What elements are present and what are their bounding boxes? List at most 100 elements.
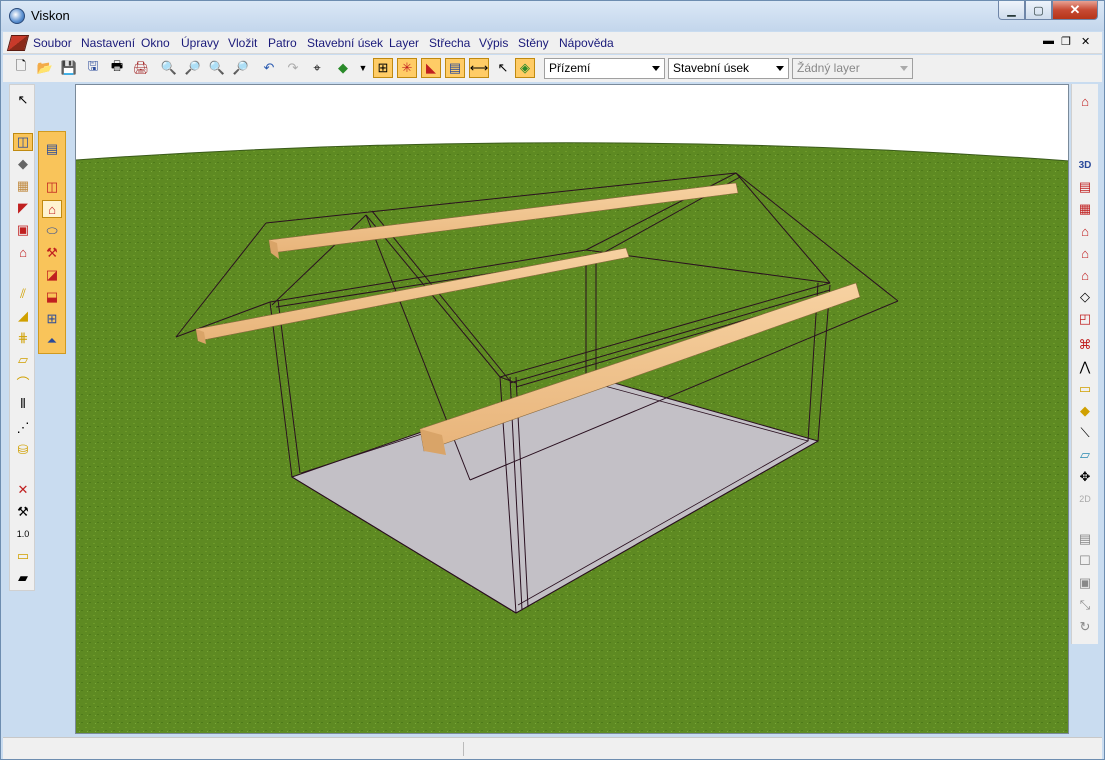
line-icon[interactable]: ⫽ bbox=[13, 285, 33, 303]
minimize-button[interactable]: ▁ bbox=[998, 1, 1025, 20]
menu-napoveda[interactable]: Nápověda bbox=[559, 36, 614, 50]
wall-icon[interactable]: ◫ bbox=[13, 133, 33, 151]
beam-icon[interactable]: ⬓ bbox=[42, 288, 62, 306]
mdi-restore-button[interactable]: ❐ bbox=[1061, 35, 1071, 48]
panel-icon[interactable]: ▱ bbox=[1075, 446, 1095, 464]
app-logo-icon[interactable] bbox=[9, 8, 25, 24]
zoom-in-icon[interactable]: 🔍 bbox=[159, 58, 179, 78]
window-icon[interactable]: ▦ bbox=[13, 177, 33, 195]
shrink-icon[interactable]: ⤡ bbox=[1075, 596, 1095, 614]
eraser-icon[interactable]: ◇ bbox=[1075, 288, 1095, 306]
furniture-icon[interactable]: ⛁ bbox=[13, 441, 33, 459]
print-icon[interactable]: 🖶 bbox=[107, 58, 127, 78]
refresh-icon[interactable]: ↻ bbox=[1075, 618, 1095, 636]
menu-nastaveni[interactable]: Nastavení bbox=[81, 36, 135, 50]
zoom-all-icon[interactable]: 🔎 bbox=[231, 58, 251, 78]
measure-icon[interactable]: 1.0 bbox=[13, 525, 33, 543]
railing-icon[interactable]: ⋕ bbox=[13, 329, 33, 347]
grid-snap-icon[interactable]: ⊞ bbox=[373, 58, 393, 78]
mdi-minimize-button[interactable]: ▬ bbox=[1043, 35, 1054, 47]
ruler-icon[interactable]: ▭ bbox=[13, 547, 33, 565]
3d-viewport[interactable] bbox=[75, 84, 1069, 734]
stairs-icon[interactable]: ◪ bbox=[42, 266, 62, 284]
document-icon[interactable] bbox=[6, 35, 30, 51]
house-view-icon[interactable]: ⌂ bbox=[1075, 92, 1095, 110]
wall-view-icon[interactable]: ▤ bbox=[1075, 178, 1095, 196]
mdi-close-button[interactable]: ✕ bbox=[1081, 35, 1090, 48]
grid-icon[interactable]: ⊞ bbox=[42, 310, 62, 328]
menu-patro[interactable]: Patro bbox=[268, 36, 297, 50]
window-single-icon[interactable]: ☐ bbox=[1075, 552, 1095, 570]
menu-soubor[interactable]: Soubor bbox=[33, 36, 72, 50]
beam-icon[interactable]: ▱ bbox=[13, 351, 33, 369]
menu-stavebni-usek[interactable]: Stavební úsek bbox=[307, 36, 383, 50]
diagonal-icon[interactable]: ⟍ bbox=[1075, 424, 1095, 442]
frame-icon[interactable]: ◫ bbox=[42, 178, 62, 196]
3d-scene[interactable] bbox=[76, 85, 1069, 734]
hatch-icon[interactable]: ▤ bbox=[445, 58, 465, 78]
roof-icon[interactable]: ⏶ bbox=[42, 332, 62, 350]
undo-icon[interactable]: ↶ bbox=[259, 58, 279, 78]
tools-icon[interactable]: ⚒ bbox=[13, 503, 33, 521]
house-icon[interactable]: ⌂ bbox=[13, 243, 33, 261]
pan-icon[interactable]: ⌖ bbox=[307, 58, 327, 78]
rafters-icon[interactable]: ⦀ bbox=[13, 395, 33, 413]
menu-vlozit[interactable]: Vložit bbox=[228, 36, 257, 50]
new-file-icon[interactable]: 🗋 bbox=[11, 58, 31, 78]
print-preview-icon[interactable]: 🖨 bbox=[131, 58, 151, 78]
save-icon[interactable]: 💾 bbox=[59, 58, 79, 78]
menu-steny[interactable]: Stěny bbox=[518, 36, 549, 50]
window-minimize-icon[interactable]: ▣ bbox=[1075, 574, 1095, 592]
diamond-icon[interactable]: ◆ bbox=[1075, 402, 1095, 420]
menu-upravy[interactable]: Úpravy bbox=[181, 36, 219, 50]
redo-icon[interactable]: ↷ bbox=[283, 58, 303, 78]
menu-vypis[interactable]: Výpis bbox=[479, 36, 508, 50]
open-folder-icon[interactable]: 📂 bbox=[35, 58, 55, 78]
zoom-out-icon[interactable]: 🔎 bbox=[183, 58, 203, 78]
roof-icon[interactable]: ◤ bbox=[13, 199, 33, 217]
layer-select[interactable]: Žádný layer bbox=[792, 58, 913, 79]
house-icon[interactable]: ⌂ bbox=[42, 200, 62, 218]
move-icon[interactable]: ✥ bbox=[1075, 468, 1095, 486]
save-all-icon[interactable]: 🖫 bbox=[83, 58, 103, 78]
stack-icon[interactable]: ▤ bbox=[1075, 530, 1095, 548]
wall-icon[interactable]: ▤ bbox=[42, 140, 62, 158]
3d-icon[interactable]: 3D bbox=[1075, 156, 1095, 174]
roof-icon[interactable]: ◣ bbox=[421, 58, 441, 78]
chevron-down-icon[interactable]: ▼ bbox=[353, 58, 373, 78]
3d-cube-icon[interactable]: ◆ bbox=[333, 58, 353, 78]
slab-icon[interactable]: ◆ bbox=[13, 155, 33, 173]
close-button[interactable]: ✕ bbox=[1052, 1, 1098, 20]
menu-okno[interactable]: Okno bbox=[141, 36, 170, 50]
home-icon[interactable]: ⌂ bbox=[1075, 266, 1095, 284]
pointer-icon[interactable]: ↖ bbox=[493, 58, 513, 78]
arc-icon[interactable]: ⌒ bbox=[13, 373, 33, 391]
2d-icon[interactable]: 2D bbox=[1075, 490, 1095, 508]
title-bar[interactable]: Viskon ▁ ▢ ✕ bbox=[1, 1, 1104, 31]
rectangle-icon[interactable]: ▭ bbox=[1075, 380, 1095, 398]
tools-icon[interactable]: ⚒ bbox=[42, 244, 62, 262]
dotted-line-icon[interactable]: ⋰ bbox=[13, 419, 33, 437]
section-select[interactable]: Stavební úsek bbox=[668, 58, 789, 79]
roof-view-icon[interactable]: ⌂ bbox=[1075, 222, 1095, 240]
column-icon[interactable]: ▣ bbox=[13, 221, 33, 239]
zoom-window-icon[interactable]: 🔍 bbox=[207, 58, 227, 78]
window-icon[interactable]: ⬭ bbox=[42, 222, 62, 240]
dimension-icon[interactable]: ⟷ bbox=[469, 58, 489, 78]
menu-strecha[interactable]: Střecha bbox=[429, 36, 470, 50]
snap-point-icon[interactable]: ✳ bbox=[397, 58, 417, 78]
beam-profile-icon[interactable]: ▰ bbox=[13, 569, 33, 587]
pointer-icon[interactable]: ↖ bbox=[13, 91, 33, 109]
menu-layer[interactable]: Layer bbox=[389, 36, 419, 50]
stairs-icon[interactable]: ◢ bbox=[13, 307, 33, 325]
building-icon[interactable]: ▦ bbox=[1075, 200, 1095, 218]
floor-select[interactable]: Přízemí bbox=[544, 58, 665, 79]
delete-icon[interactable]: ✕ bbox=[13, 481, 33, 499]
frame-icon[interactable]: ◰ bbox=[1075, 310, 1095, 328]
window-title: Viskon bbox=[31, 8, 70, 23]
node-icon[interactable]: ⋀ bbox=[1075, 358, 1095, 376]
cat-icon[interactable]: ⌘ bbox=[1075, 336, 1095, 354]
house-outline-icon[interactable]: ⌂ bbox=[1075, 244, 1095, 262]
maximize-button[interactable]: ▢ bbox=[1025, 1, 1052, 20]
layers-icon[interactable]: ◈ bbox=[515, 58, 535, 78]
